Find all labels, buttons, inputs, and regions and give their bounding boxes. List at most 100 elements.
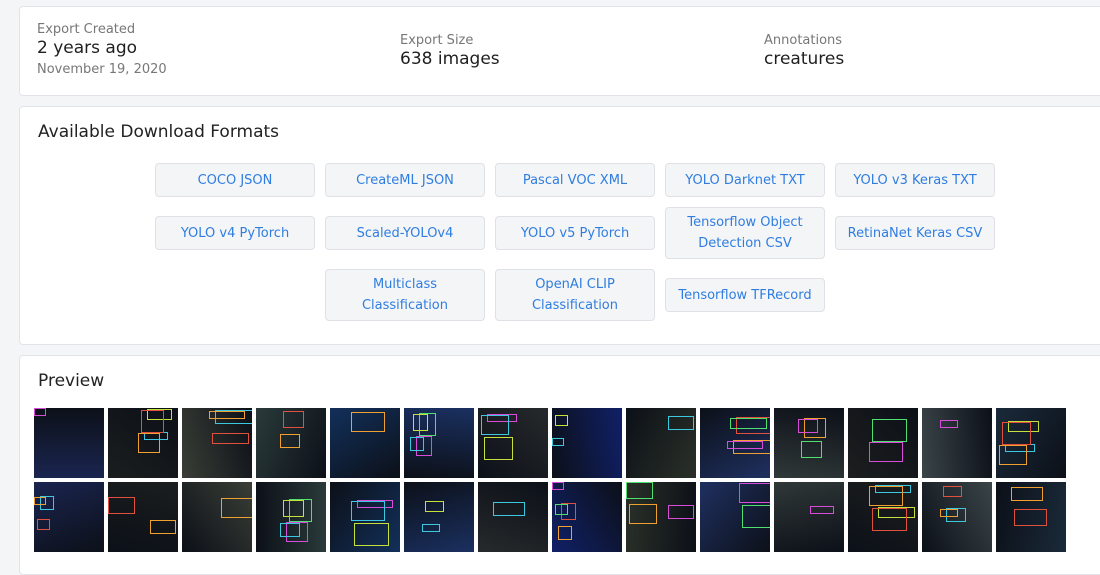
preview-thumbnail[interactable] xyxy=(996,482,1066,552)
format-button[interactable]: YOLO Darknet TXT xyxy=(665,163,825,197)
annotation-box xyxy=(138,433,160,453)
annotation-box xyxy=(742,505,770,528)
annotation-box xyxy=(481,415,509,435)
annotation-box xyxy=(410,437,424,451)
preview-thumbnail[interactable] xyxy=(848,408,918,478)
annotation-box xyxy=(629,504,657,524)
annotation-box xyxy=(869,486,903,506)
preview-thumbnail[interactable] xyxy=(182,482,252,552)
export-info-card: Export Created 2 years ago November 19, … xyxy=(19,6,1100,96)
annotation-box xyxy=(552,438,564,446)
annotation-box xyxy=(872,419,907,442)
preview-thumbnail[interactable] xyxy=(922,408,992,478)
annotation-box xyxy=(280,434,300,448)
preview-thumbnail[interactable] xyxy=(404,482,474,552)
preview-thumbnail[interactable] xyxy=(34,482,104,552)
preview-thumbnail[interactable] xyxy=(626,408,696,478)
annotation-box xyxy=(34,497,46,505)
export-created-date: November 19, 2020 xyxy=(37,62,167,77)
export-created-value: 2 years ago xyxy=(37,38,138,58)
format-button[interactable]: YOLO v4 PyTorch xyxy=(155,216,315,250)
annotation-box xyxy=(351,412,385,432)
annotation-box xyxy=(872,508,907,531)
export-created: Export Created 2 years ago November 19, … xyxy=(37,22,167,77)
export-size: Export Size 638 images xyxy=(400,33,500,69)
annotation-box xyxy=(1002,422,1031,445)
annotation-box xyxy=(1011,487,1043,501)
format-buttons: COCO JSON CreateML JSON Pascal VOC XML YOLO… xyxy=(150,163,1000,321)
annotation-box xyxy=(940,420,958,428)
format-button[interactable]: OpenAI CLIP Classification xyxy=(495,269,655,321)
annotation-box xyxy=(354,523,389,546)
annotation-box xyxy=(626,482,653,499)
preview-thumbnail[interactable] xyxy=(552,482,622,552)
download-formats-card: Available Download Formats COCO JSON Crea… xyxy=(19,106,1100,345)
annotation-box xyxy=(668,505,694,519)
annotation-box xyxy=(212,433,249,444)
annotations-value: creatures xyxy=(764,49,845,69)
format-button[interactable]: Pascal VOC XML xyxy=(495,163,655,197)
annotation-box xyxy=(555,415,568,426)
annotation-box xyxy=(727,441,763,449)
thumbnail-grid xyxy=(34,408,1074,552)
annotation-box xyxy=(280,523,300,537)
annotation-box xyxy=(869,442,903,462)
format-button[interactable]: YOLO v5 PyTorch xyxy=(495,216,655,250)
preview-thumbnail[interactable] xyxy=(478,408,548,478)
format-button[interactable]: COCO JSON xyxy=(155,163,315,197)
format-button[interactable]: CreateML JSON xyxy=(325,163,485,197)
annotation-box xyxy=(108,497,135,514)
export-created-label: Export Created xyxy=(37,22,136,37)
format-button[interactable]: RetinaNet Keras CSV xyxy=(835,216,995,250)
preview-thumbnail[interactable] xyxy=(108,482,178,552)
annotation-box xyxy=(221,498,252,518)
annotation-box xyxy=(552,482,564,490)
preview-thumbnail[interactable] xyxy=(848,482,918,552)
annotation-box xyxy=(810,506,834,514)
preview-title: Preview xyxy=(38,371,105,391)
preview-card: Preview xyxy=(19,355,1100,575)
annotation-box xyxy=(730,418,767,429)
preview-thumbnail[interactable] xyxy=(34,408,104,478)
annotation-box xyxy=(739,483,770,503)
annotation-box xyxy=(999,445,1027,465)
format-button[interactable]: YOLO v3 Keras TXT xyxy=(835,163,995,197)
preview-thumbnail[interactable] xyxy=(404,408,474,478)
export-size-value: 638 images xyxy=(400,49,500,69)
preview-thumbnail[interactable] xyxy=(996,408,1066,478)
preview-thumbnail[interactable] xyxy=(700,482,770,552)
format-button[interactable]: Tensorflow Object Detection CSV xyxy=(665,207,825,259)
preview-thumbnail[interactable] xyxy=(182,408,252,478)
annotation-box xyxy=(555,504,568,515)
annotation-box xyxy=(943,486,962,497)
preview-thumbnail[interactable] xyxy=(108,408,178,478)
annotation-box xyxy=(150,520,176,534)
annotations-label: Annotations xyxy=(764,33,843,48)
annotation-box xyxy=(37,519,50,530)
preview-thumbnail[interactable] xyxy=(626,482,696,552)
annotation-box xyxy=(351,501,385,521)
preview-thumbnail[interactable] xyxy=(330,408,400,478)
preview-thumbnail[interactable] xyxy=(478,482,548,552)
format-button[interactable]: Tensorflow TFRecord xyxy=(665,278,825,312)
preview-thumbnail[interactable] xyxy=(922,482,992,552)
annotation-box xyxy=(283,500,304,517)
format-button[interactable]: Scaled-YOLOv4 xyxy=(325,216,485,250)
annotation-box xyxy=(493,502,525,516)
annotation-box xyxy=(484,437,513,460)
annotation-box xyxy=(668,416,694,430)
format-button[interactable]: Multiclass Classification xyxy=(325,269,485,321)
preview-thumbnail[interactable] xyxy=(700,408,770,478)
annotation-box xyxy=(425,501,444,512)
preview-thumbnail[interactable] xyxy=(256,408,326,478)
annotation-box xyxy=(34,408,46,416)
preview-thumbnail[interactable] xyxy=(552,408,622,478)
preview-thumbnail[interactable] xyxy=(774,482,844,552)
preview-thumbnail[interactable] xyxy=(256,482,326,552)
preview-thumbnail[interactable] xyxy=(330,482,400,552)
formats-title: Available Download Formats xyxy=(38,122,280,142)
annotation-box xyxy=(283,411,304,428)
annotation-box xyxy=(1014,509,1047,526)
preview-thumbnail[interactable] xyxy=(774,408,844,478)
annotations: Annotations creatures xyxy=(764,33,844,69)
